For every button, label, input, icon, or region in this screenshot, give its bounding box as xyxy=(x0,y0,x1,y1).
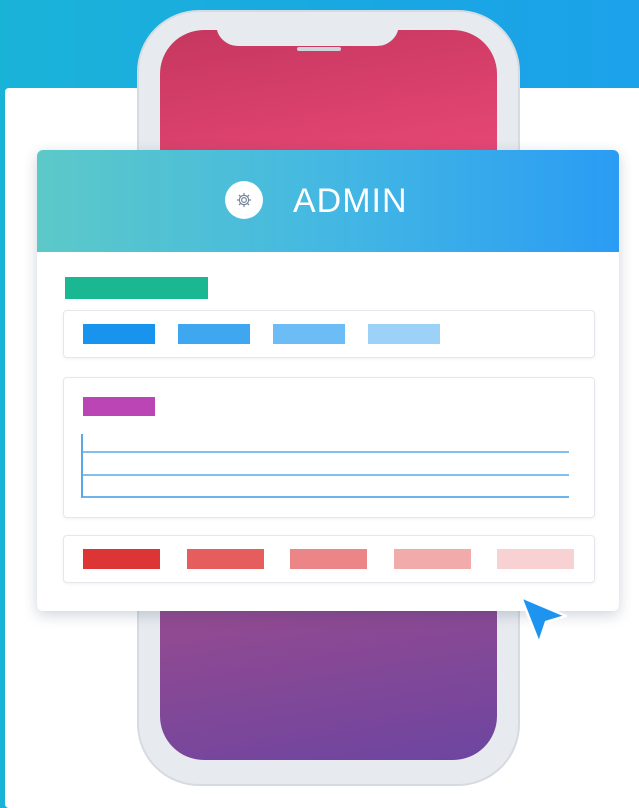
list-card xyxy=(63,377,595,518)
gear-icon[interactable] xyxy=(225,181,263,219)
list-heading-placeholder xyxy=(83,397,155,416)
section-heading-placeholder xyxy=(65,277,208,299)
admin-title: ADMIN xyxy=(293,182,408,220)
red-chip-4[interactable] xyxy=(394,549,471,569)
list-lines xyxy=(81,434,569,498)
blue-chip-2[interactable] xyxy=(178,324,250,344)
phone-notch xyxy=(216,12,399,46)
red-chip-2[interactable] xyxy=(187,549,264,569)
blue-chip-4[interactable] xyxy=(368,324,440,344)
red-chip-card xyxy=(63,535,595,583)
phone-speaker xyxy=(297,47,341,51)
pointer-cursor-icon xyxy=(519,595,568,645)
red-chip-5[interactable] xyxy=(497,549,574,569)
blue-chip-card xyxy=(63,310,595,358)
blue-chip-1[interactable] xyxy=(83,324,155,344)
red-chip-1[interactable] xyxy=(83,549,160,569)
admin-window: ADMIN xyxy=(37,150,619,611)
red-chip-3[interactable] xyxy=(290,549,367,569)
admin-header: ADMIN xyxy=(37,150,619,252)
blue-chip-3[interactable] xyxy=(273,324,345,344)
